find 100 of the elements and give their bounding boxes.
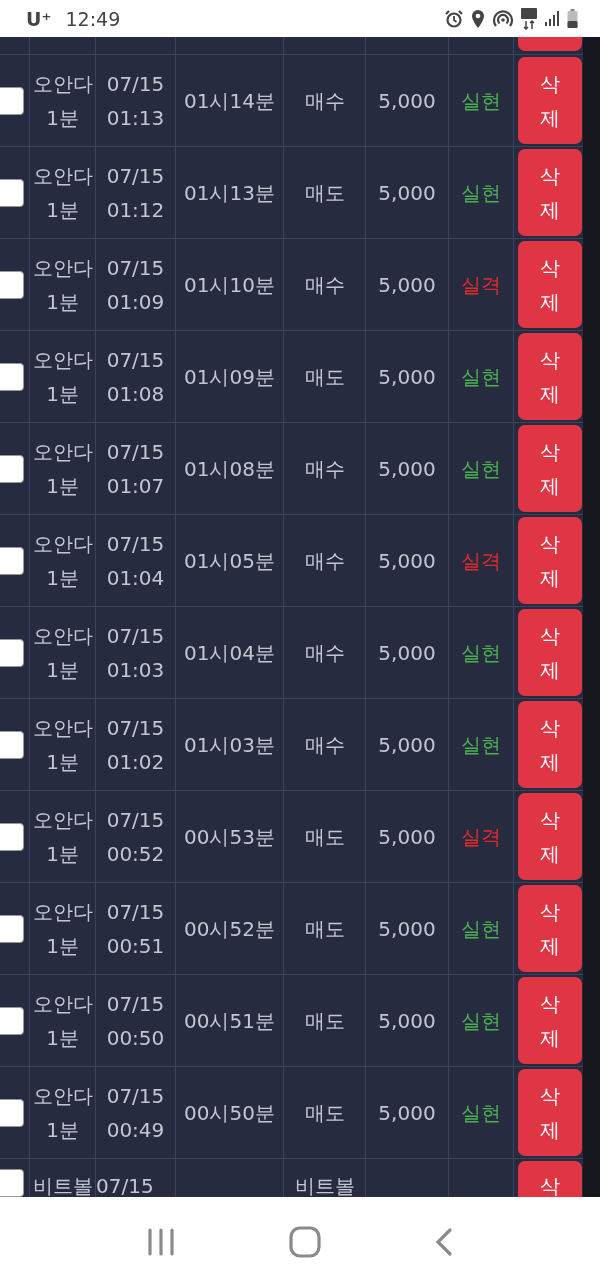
trade-type: 매수 xyxy=(303,547,346,575)
market-name: 오안다 1분 xyxy=(31,162,94,224)
row-checkbox[interactable] xyxy=(0,178,24,207)
market-name: 오안다 1분 xyxy=(31,346,94,408)
order-time: 00:51 xyxy=(106,932,165,960)
round-label: 01시03분 xyxy=(184,731,275,759)
clock-time: 12:49 xyxy=(65,7,121,30)
network-icon xyxy=(521,7,537,30)
order-date: 07/15 xyxy=(106,898,165,926)
delete-button[interactable]: 삭제 xyxy=(517,609,582,696)
delete-button[interactable]: 삭제 xyxy=(517,793,582,880)
trade-type: 매도 xyxy=(303,823,346,851)
bet-amount: 5,000 xyxy=(378,915,436,943)
row-checkbox[interactable] xyxy=(0,86,24,115)
bet-amount: 5,000 xyxy=(378,731,436,759)
market-name: 오안다 1분 xyxy=(31,438,94,500)
order-time: 01:08 xyxy=(106,380,165,408)
trade-type: 매도 xyxy=(303,915,346,943)
row-checkbox[interactable] xyxy=(0,1098,24,1127)
row-checkbox[interactable] xyxy=(0,638,24,667)
market-name: 비트볼 xyxy=(31,1173,94,1197)
bet-amount: 5,000 xyxy=(378,179,436,207)
delete-button[interactable]: 삭제 xyxy=(517,977,582,1064)
market-name: 오안다 1분 xyxy=(31,1082,94,1144)
result-label: 실격 xyxy=(461,271,501,299)
row-checkbox[interactable] xyxy=(0,270,24,299)
order-date: 07/15 xyxy=(106,714,165,742)
trade-type: 매수 xyxy=(303,731,346,759)
order-date: 07/15 xyxy=(106,70,165,98)
home-icon[interactable] xyxy=(289,1226,321,1258)
order-time: 01:12 xyxy=(106,196,165,224)
order-date: 07/15 xyxy=(106,1082,165,1110)
delete-button[interactable]: 삭제 xyxy=(517,701,582,788)
delete-button[interactable]: 삭제 xyxy=(517,425,582,512)
order-date: 07/15 xyxy=(96,1173,154,1197)
row-checkbox[interactable] xyxy=(0,362,24,391)
delete-button[interactable]: 삭제 xyxy=(517,57,582,144)
round-label: 00시51분 xyxy=(184,1007,275,1035)
result-label: 실현 xyxy=(461,87,501,115)
market-name: 오안다 1분 xyxy=(31,806,94,868)
row-checkbox[interactable] xyxy=(0,1169,24,1197)
round-label: 01시04분 xyxy=(184,639,275,667)
market-name: 오안다 1분 xyxy=(31,530,94,592)
result-label: 실현 xyxy=(461,639,501,667)
row-checkbox[interactable] xyxy=(0,546,24,575)
back-icon[interactable] xyxy=(433,1227,454,1257)
result-label: 실현 xyxy=(461,455,501,483)
carrier-label: U⁺ xyxy=(26,7,52,30)
trade-type: 매수 xyxy=(303,455,346,483)
order-date: 07/15 xyxy=(106,622,165,650)
order-date: 07/15 xyxy=(106,806,165,834)
trade-type: 매수 xyxy=(303,639,346,667)
delete-button[interactable]: 삭제 xyxy=(517,1069,582,1156)
result-label: 실현 xyxy=(461,915,501,943)
round-label: 00시53분 xyxy=(184,823,275,851)
delete-button[interactable] xyxy=(517,37,582,51)
order-time: 01:03 xyxy=(106,656,165,684)
result-label: 실현 xyxy=(461,1007,501,1035)
order-time: 01:07 xyxy=(106,472,165,500)
order-date: 07/15 xyxy=(106,162,165,190)
result-label: 실현 xyxy=(461,363,501,391)
delete-button[interactable]: 삭제 xyxy=(517,885,582,972)
market-name: 오안다 1분 xyxy=(31,714,94,776)
hotspot-icon xyxy=(492,8,514,29)
delete-button[interactable]: 삭제 xyxy=(517,149,582,236)
delete-button[interactable]: 삭제 xyxy=(517,241,582,328)
trade-type: 매수 xyxy=(303,87,346,115)
row-checkbox[interactable] xyxy=(0,1006,24,1035)
round-label: 00시52분 xyxy=(184,915,275,943)
round-label: 01시10분 xyxy=(184,271,275,299)
bet-amount: 5,000 xyxy=(378,639,436,667)
market-name: 오안다 1분 xyxy=(31,990,94,1052)
market-name: 오안다 1분 xyxy=(31,70,94,132)
row-checkbox[interactable] xyxy=(0,454,24,483)
bet-amount: 5,000 xyxy=(378,87,436,115)
battery-icon xyxy=(567,8,578,29)
result-label: 실현 xyxy=(461,1099,501,1127)
bet-amount: 5,000 xyxy=(378,823,436,851)
delete-button[interactable]: 삭제 xyxy=(517,517,582,604)
row-checkbox[interactable] xyxy=(0,822,24,851)
order-time: 00:52 xyxy=(106,840,165,868)
delete-button[interactable]: 삭제 xyxy=(517,333,582,420)
recent-apps-icon[interactable] xyxy=(146,1228,177,1256)
bet-amount: 5,000 xyxy=(378,1007,436,1035)
location-icon xyxy=(471,8,485,29)
trade-type: 비트볼 xyxy=(293,1173,356,1197)
result-label: 실격 xyxy=(461,823,501,851)
round-label: 01시13분 xyxy=(184,179,275,207)
row-checkbox[interactable] xyxy=(0,914,24,943)
delete-button[interactable]: 삭 xyxy=(517,1161,582,1197)
trade-type: 매도 xyxy=(303,1099,346,1127)
row-checkbox[interactable] xyxy=(0,730,24,759)
market-name: 오안다 1분 xyxy=(31,254,94,316)
bet-amount: 5,000 xyxy=(378,271,436,299)
round-label: 01시05분 xyxy=(184,547,275,575)
trade-type: 매도 xyxy=(303,1007,346,1035)
result-label: 실현 xyxy=(461,731,501,759)
order-time: 01:13 xyxy=(106,104,165,132)
alarm-icon xyxy=(444,8,464,29)
order-time: 00:49 xyxy=(106,1116,165,1144)
